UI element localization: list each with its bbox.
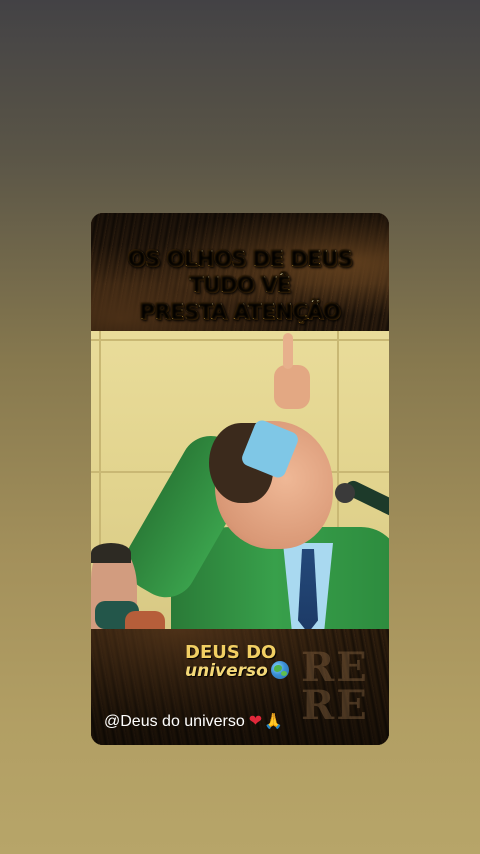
globe-icon <box>270 661 289 679</box>
story-viewer: OS OLHOS DE DEUS TUDO VÊ PRESTA ATENÇÃO <box>0 0 480 854</box>
bystander-shirt <box>125 611 165 629</box>
speaker-hand <box>274 365 310 409</box>
post-card[interactable]: OS OLHOS DE DEUS TUDO VÊ PRESTA ATENÇÃO <box>91 213 389 745</box>
headline-line-3: PRESTA ATENÇÃO <box>91 300 389 324</box>
caption[interactable]: @Deus do universo ❤ 🙏 <box>104 711 283 731</box>
headline-line-2: TUDO VÊ <box>91 273 389 297</box>
pointing-finger <box>283 333 293 369</box>
caption-handle[interactable]: @Deus do universo <box>104 713 245 730</box>
video-frame[interactable] <box>91 331 389 629</box>
watermark-logo: RE RE <box>301 644 369 729</box>
brand-subtitle: universo <box>185 661 289 681</box>
headline-line-1: OS OLHOS DE DEUS <box>91 247 389 271</box>
brand-title: DEUS DO <box>185 642 277 663</box>
red-heart-icon: ❤ <box>248 713 263 730</box>
wall-tile-seam <box>91 339 389 341</box>
microphone-head <box>335 483 355 503</box>
praying-hands-icon: 🙏 <box>264 713 283 730</box>
bystander-hair <box>91 543 131 563</box>
brand-subtitle-text: universo <box>185 661 268 681</box>
